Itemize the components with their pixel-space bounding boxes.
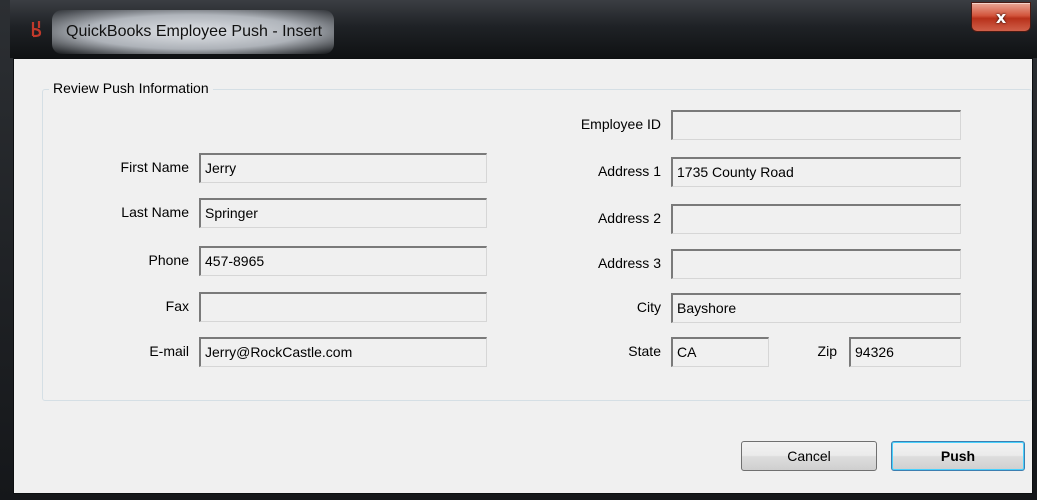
close-icon: x bbox=[995, 7, 1007, 27]
fax-label: Fax bbox=[165, 298, 189, 314]
zip-label: Zip bbox=[817, 343, 837, 359]
push-button[interactable]: Push bbox=[891, 441, 1025, 471]
dialog-window: QuickBooks Employee Push - Insert x Revi… bbox=[0, 0, 1037, 500]
state-field[interactable]: CA bbox=[671, 337, 769, 367]
employee-id-label: Employee ID bbox=[580, 116, 661, 132]
quickbooks-app-icon bbox=[28, 20, 44, 38]
state-label: State bbox=[628, 343, 661, 359]
employee-id-field[interactable] bbox=[671, 110, 961, 140]
group-title: Review Push Information bbox=[49, 80, 213, 96]
first-name-label: First Name bbox=[120, 159, 189, 175]
phone-label: Phone bbox=[148, 252, 189, 268]
email-label: E-mail bbox=[149, 343, 189, 359]
email-field[interactable]: Jerry@RockCastle.com bbox=[199, 337, 487, 367]
phone-field[interactable]: 457-8965 bbox=[199, 246, 487, 276]
last-name-label: Last Name bbox=[121, 204, 189, 220]
review-push-groupbox: Review Push Information Employee ID Firs… bbox=[42, 80, 1032, 401]
city-field[interactable]: Bayshore bbox=[671, 293, 961, 323]
address3-label: Address 3 bbox=[597, 255, 661, 271]
window-title: QuickBooks Employee Push - Insert bbox=[52, 10, 335, 54]
city-label: City bbox=[636, 299, 661, 315]
zip-field[interactable]: 94326 bbox=[849, 337, 961, 367]
address1-label: Address 1 bbox=[597, 163, 661, 179]
address2-label: Address 2 bbox=[597, 210, 661, 226]
title-bar[interactable]: QuickBooks Employee Push - Insert x bbox=[10, 0, 1037, 58]
address1-field[interactable]: 1735 County Road bbox=[671, 157, 961, 187]
address3-field[interactable] bbox=[671, 249, 961, 279]
close-button[interactable]: x bbox=[971, 2, 1031, 32]
address2-field[interactable] bbox=[671, 204, 961, 234]
fax-field[interactable] bbox=[199, 292, 487, 322]
last-name-field[interactable]: Springer bbox=[199, 198, 487, 228]
first-name-field[interactable]: Jerry bbox=[199, 153, 487, 183]
dialog-client-area: Review Push Information Employee ID Firs… bbox=[13, 58, 1033, 494]
cancel-button[interactable]: Cancel bbox=[741, 441, 877, 471]
